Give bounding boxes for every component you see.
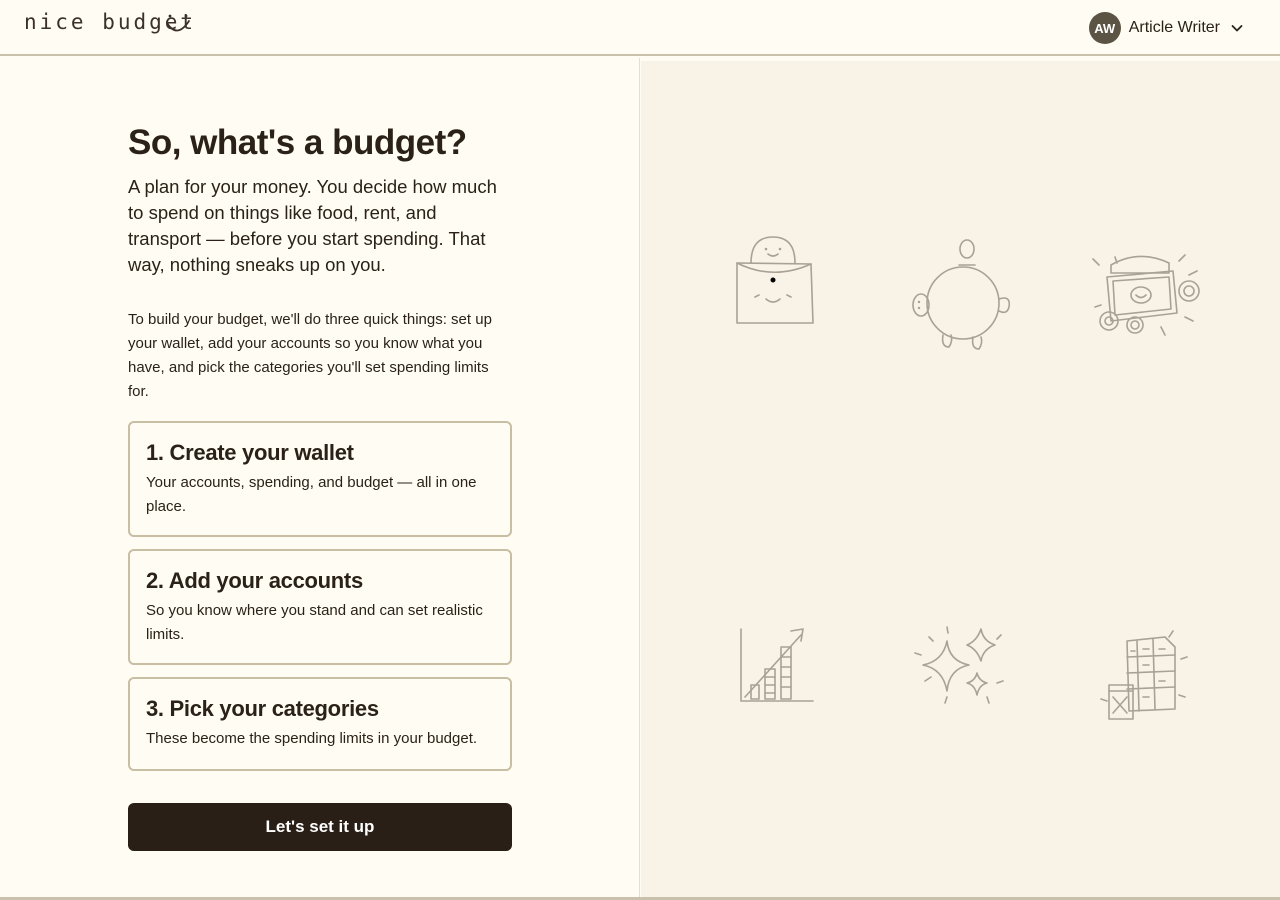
piggy-bank-icon: [909, 237, 1015, 353]
intro-panel: So, what's a budget? A plan for your mon…: [0, 58, 640, 898]
step-title: 1. Create your wallet: [146, 440, 354, 465]
growth-chart-icon: [737, 625, 817, 707]
wallet-icon: [733, 233, 817, 327]
step-description: So you know where you stand and can set …: [146, 602, 483, 643]
step-card-accounts: 2. Add your accounts So you know where y…: [128, 549, 512, 665]
cash-coins-icon: [1089, 251, 1205, 343]
avatar: AW: [1088, 12, 1121, 44]
intro-content: So, what's a budget? A plan for your mon…: [128, 122, 512, 851]
sparkles-icon: [911, 623, 1007, 711]
step-card-categories: 3. Pick your categories These become the…: [128, 677, 512, 771]
step-title: 2. Add your accounts: [146, 568, 363, 593]
step-card-wallet: 1. Create your wallet Your accounts, spe…: [128, 421, 512, 537]
lead-paragraph: A plan for your money. You decide how mu…: [128, 176, 497, 275]
user-menu[interactable]: AW Article Writer: [1088, 11, 1244, 45]
intro-paragraph: To build your budget, we'll do three qui…: [128, 311, 492, 400]
step-description: Your accounts, spending, and budget — al…: [146, 474, 477, 515]
smile-icon: [166, 14, 190, 32]
page-title: So, what's a budget?: [128, 123, 467, 162]
setup-button[interactable]: Let's set it up: [128, 803, 512, 851]
step-description: These become the spending limits in your…: [146, 730, 478, 747]
top-bar: nice budget AW Article Writer: [0, 0, 1280, 56]
spreadsheet-icon: [1097, 627, 1193, 721]
user-name: Article Writer: [1128, 19, 1220, 36]
step-title: 3. Pick your categories: [146, 696, 379, 721]
chevron-down-icon: [1231, 25, 1243, 32]
illustration-panel: [641, 61, 1280, 897]
